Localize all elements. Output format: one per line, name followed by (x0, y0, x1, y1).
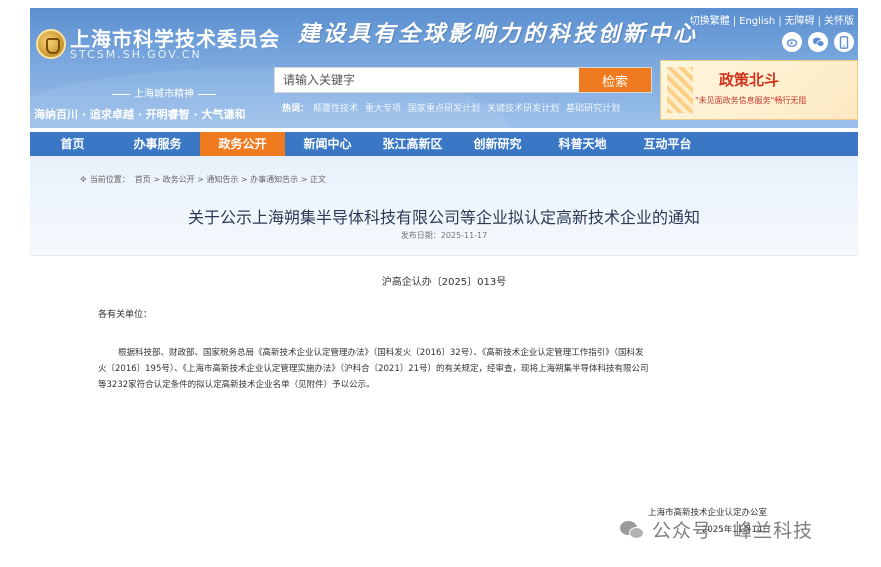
body-text-line: 等3232家符合认定条件的拟认定高新技术企业名单（见附件）予以公示。 (98, 380, 375, 390)
document-number: 沪高企认办〔2025〕013号 (381, 277, 507, 288)
hot-words: 热词： 颠覆性技术 重大专项 国家重点研发计划 关键技术研发计划 基础研究计划 (282, 101, 627, 114)
top-link-english[interactable]: English (739, 16, 775, 27)
article-title: 关于公示上海朔集半导体科技有限公司等企业拟认定高新技术企业的通知 (187, 208, 700, 227)
search-button[interactable]: 检索 (579, 68, 651, 92)
wechat-watermark-icon (620, 519, 646, 541)
watermark-text: 公众号 · 峰兰科技 (652, 520, 814, 542)
nav-item-home[interactable]: 首页 (30, 132, 115, 156)
search-input[interactable] (275, 68, 579, 92)
promo-banner[interactable]: 政策北斗 "未见面政务信息服务"畅行无阻 (660, 60, 858, 120)
breadcrumb-path[interactable]: 首页 > 政务公开 > 通知告示 > 办事通知告示 > 正文 (135, 175, 326, 184)
slogan: 建设具有全球影响力的科技创新中心 (298, 21, 699, 47)
nav-item-interaction[interactable]: 互动平台 (625, 132, 710, 156)
nav-item-innovation-research[interactable]: 创新研究 (455, 132, 540, 156)
publish-date: 发布日期：2025-11-17 (400, 231, 488, 240)
hot-word[interactable]: 颠覆性技术 (313, 104, 358, 114)
hot-word[interactable]: 关键技术研发计划 (487, 104, 559, 114)
nav-item-news[interactable]: 新闻中心 (285, 132, 370, 156)
social-links (782, 32, 854, 52)
top-links: 切换繁體 | English | 无障碍 | 关怀版 (690, 12, 854, 27)
top-link-accessibility[interactable]: 无障碍 (785, 16, 815, 27)
nav-item-zhangjiang[interactable]: 张江高新区 (370, 132, 455, 156)
promo-title: 政策北斗 (719, 71, 780, 89)
search-box: 检索 (274, 67, 652, 93)
promo-subtitle: "未见面政务信息服务"畅行无阻 (695, 96, 807, 105)
hot-word[interactable]: 基础研究计划 (566, 104, 620, 114)
site-header: 上海市科学技术委员会 STCSM.SH.GOV.CN 建设具有全球影响力的科技创… (30, 8, 858, 128)
title-area: ✥ 当前位置： 首页 > 政务公开 > 通知告示 > 办事通知告示 > 正文 关于… (30, 156, 858, 256)
hot-word[interactable]: 国家重点研发计划 (408, 104, 480, 114)
logo-emblem-icon[interactable] (36, 29, 66, 59)
breadcrumb: ✥ 当前位置： 首页 > 政务公开 > 通知告示 > 办事通知告示 > 正文 (80, 174, 326, 185)
city-spirit-label: 上海城市精神 (108, 85, 220, 100)
separator: | (732, 16, 737, 27)
city-spirit-text: 海纳百川 · 追求卓越 · 开明睿智 · 大气谦和 (34, 108, 246, 121)
top-link-traditional[interactable]: 切换繁體 (690, 16, 730, 27)
nav-item-government-affairs[interactable]: 政务公开 (200, 132, 285, 156)
weibo-icon[interactable] (782, 32, 802, 52)
main-nav: 首页 办事服务 政务公开 新闻中心 张江高新区 创新研究 科普天地 互动平台 (30, 132, 858, 156)
wechat-icon[interactable] (808, 32, 828, 52)
hot-word[interactable]: 重大专项 (365, 104, 401, 114)
nav-item-services[interactable]: 办事服务 (115, 132, 200, 156)
addressee: 各有关单位： (98, 310, 153, 320)
content-panel: ✥ 当前位置： 首页 > 政务公开 > 通知告示 > 办事通知告示 > 正文 关于… (30, 156, 858, 556)
promo-decoration (667, 67, 693, 113)
site-domain: STCSM.SH.GOV.CN (70, 48, 202, 61)
breadcrumb-label: 当前位置： (89, 175, 130, 184)
page: 上海市科学技术委员会 STCSM.SH.GOV.CN 建设具有全球影响力的科技创… (0, 0, 881, 567)
body-text-line: 根据科技部、财政部、国家税务总局《高新技术企业认定管理办法》（国科发火〔2016… (118, 348, 644, 358)
mobile-icon[interactable] (834, 32, 854, 52)
body-text-line: 火〔2016〕195号）、《上海市高新技术企业认定管理实施办法》（沪科合〔202… (98, 364, 649, 374)
separator: | (817, 16, 821, 27)
hot-words-label: 热词： (282, 104, 310, 114)
watermark: 公众号 · 峰兰科技 (620, 516, 813, 543)
separator: | (778, 16, 782, 27)
location-pin-icon: ✥ (80, 175, 87, 184)
top-link-care-mode[interactable]: 关怀版 (824, 16, 854, 27)
nav-item-science-popularization[interactable]: 科普天地 (540, 132, 625, 156)
